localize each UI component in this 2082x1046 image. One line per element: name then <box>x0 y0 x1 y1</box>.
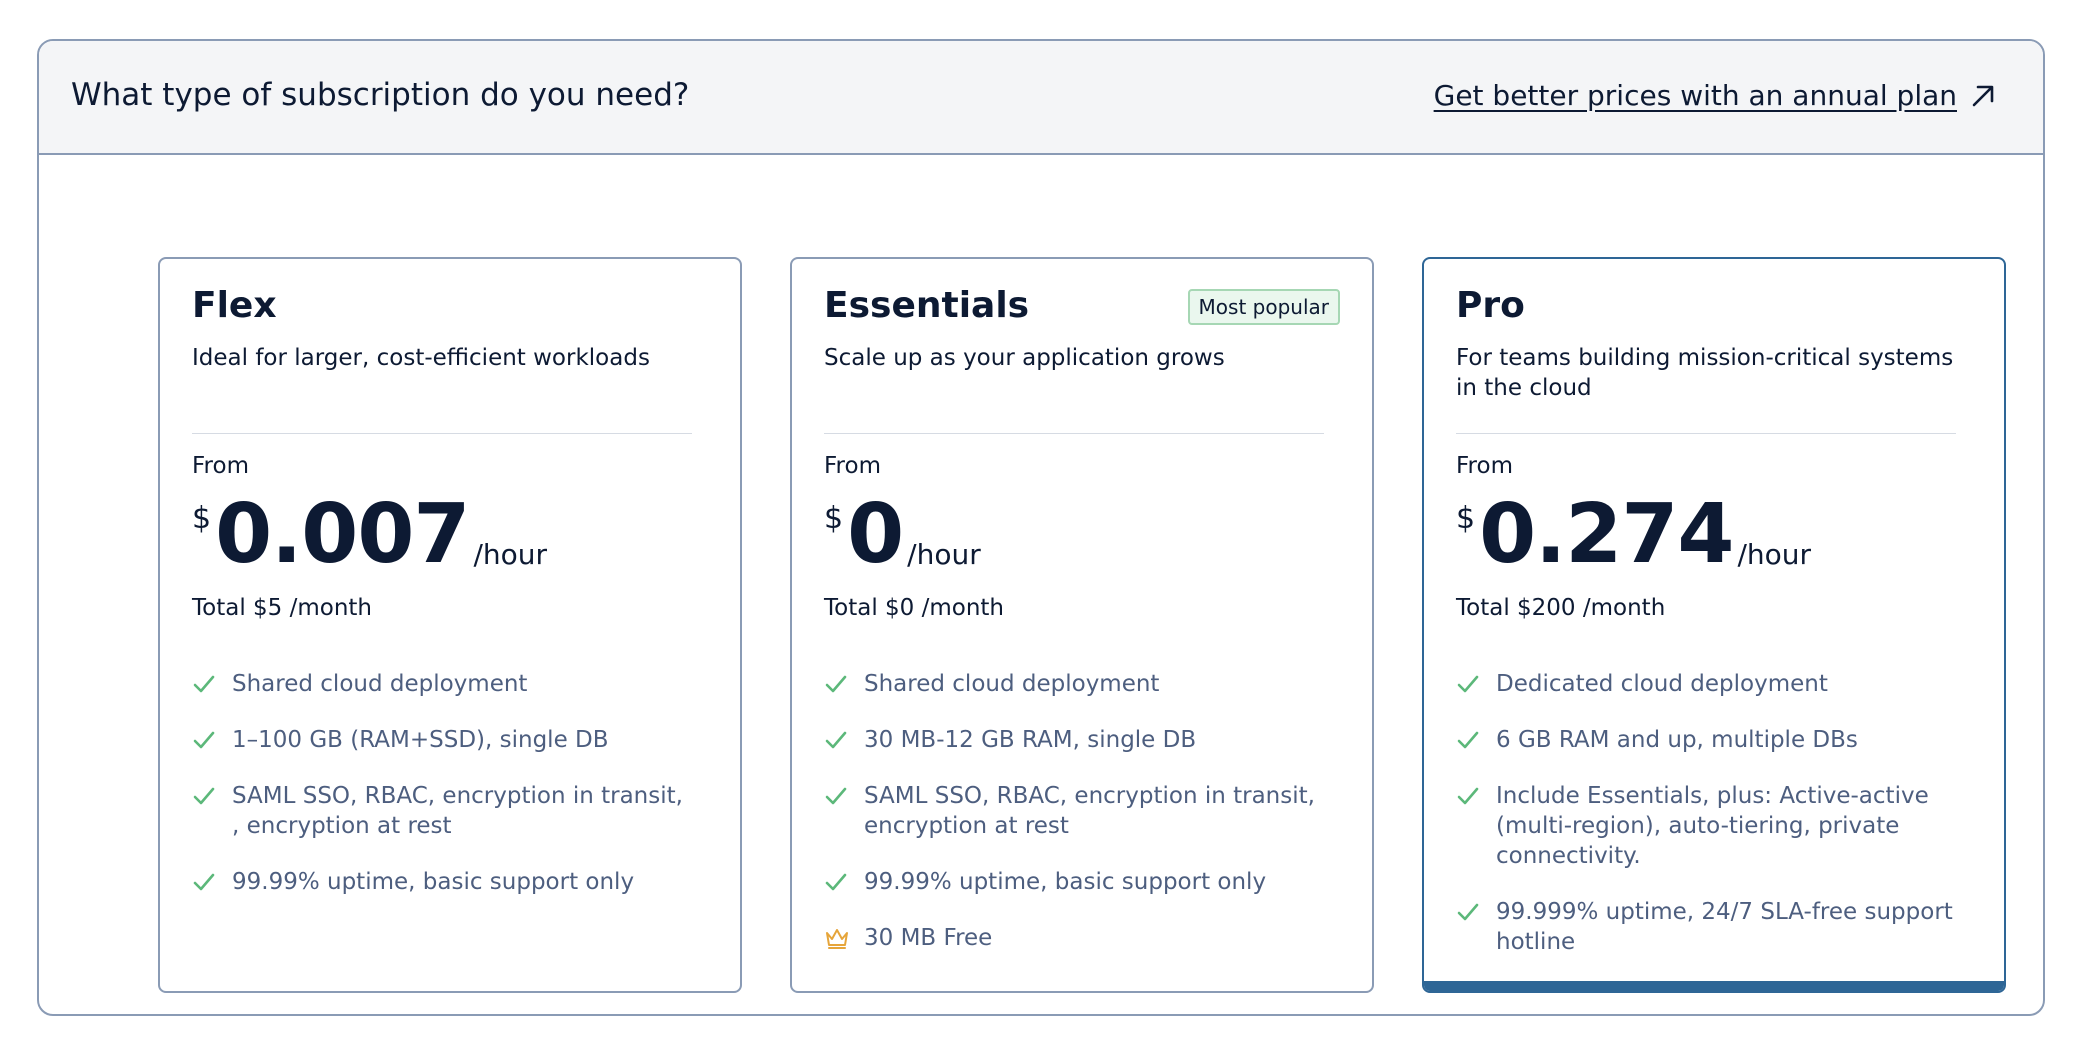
feature-text: SAML SSO, RBAC, encryption in transit, ,… <box>232 783 683 839</box>
divider <box>192 433 692 434</box>
plan-name: Essentials <box>824 285 1030 326</box>
monthly-total: Total $200 /month <box>1456 595 1666 621</box>
plan-card-flex[interactable]: Flex Ideal for larger, cost-efficient wo… <box>158 257 742 993</box>
plan-description: Ideal for larger, cost-efficient workloa… <box>192 345 650 371</box>
feature-text: Shared cloud deployment <box>864 671 1160 697</box>
feature-text: 99.99% uptime, basic support only <box>864 869 1267 895</box>
plan-description: For teams building mission-critical syst… <box>1456 345 1954 401</box>
price-currency: $ <box>824 501 844 536</box>
feature-item: SAML SSO, RBAC, encryption in transit, e… <box>824 781 1324 841</box>
price-currency: $ <box>1456 501 1476 536</box>
feature-text: Shared cloud deployment <box>232 671 528 697</box>
feature-item: 30 MB-12 GB RAM, single DB <box>824 725 1324 755</box>
price-unit: /hour <box>1737 538 1812 571</box>
feature-item: Shared cloud deployment <box>192 669 692 699</box>
divider <box>1456 433 1956 434</box>
from-label: From <box>192 453 249 479</box>
feature-list: Shared cloud deployment 1–100 GB (RAM+SSD… <box>192 669 692 923</box>
check-icon <box>824 669 864 699</box>
arrow-up-right-icon <box>1972 85 1994 106</box>
feature-text: 99.99% uptime, basic support only <box>232 869 635 895</box>
price: $ 0.274 /hour <box>1456 487 1812 582</box>
check-icon <box>1456 781 1496 811</box>
most-popular-badge: Most popular <box>1187 289 1340 325</box>
feature-item: SAML SSO, RBAC, encryption in transit, ,… <box>192 781 692 841</box>
feature-item: Shared cloud deployment <box>824 669 1324 699</box>
feature-item: 99.99% uptime, basic support only <box>824 867 1324 897</box>
check-icon <box>192 725 232 755</box>
annual-plan-link-label: Get better prices with an annual plan <box>1433 79 1957 112</box>
plan-card-pro[interactable]: Pro For teams building mission-critical … <box>1422 257 2006 993</box>
check-icon <box>824 867 864 897</box>
from-label: From <box>824 453 881 479</box>
check-icon <box>192 669 232 699</box>
check-icon <box>1456 725 1496 755</box>
crown-icon <box>824 923 864 953</box>
check-icon <box>824 781 864 811</box>
selected-indicator-bar <box>1424 981 2004 991</box>
feature-text: Include Essentials, plus: Active-active … <box>1496 783 1929 869</box>
feature-list: Shared cloud deployment 30 MB-12 GB RAM, … <box>824 669 1324 979</box>
feature-item: Include Essentials, plus: Active-active … <box>1456 781 1956 871</box>
check-icon <box>824 725 864 755</box>
feature-item: 6 GB RAM and up, multiple DBs <box>1456 725 1956 755</box>
feature-item: 99.99% uptime, basic support only <box>192 867 692 897</box>
price-amount: 0.274 <box>1479 487 1734 582</box>
monthly-total: Total $5 /month <box>192 595 373 621</box>
feature-text: 1–100 GB (RAM+SSD), single DB <box>232 727 609 753</box>
price-unit: /hour <box>907 538 981 571</box>
panel-header: What type of subscription do you need? G… <box>39 41 2043 155</box>
feature-item: Dedicated cloud deployment <box>1456 669 1956 699</box>
monthly-total: Total $0 /month <box>824 595 1005 621</box>
price-unit: /hour <box>473 538 548 571</box>
plan-name: Flex <box>192 285 277 326</box>
feature-list: Dedicated cloud deployment 6 GB RAM and u… <box>1456 669 1956 983</box>
price-currency: $ <box>192 501 212 536</box>
subscription-panel: What type of subscription do you need? G… <box>37 39 2045 1016</box>
plan-card-essentials[interactable]: Essentials Most popular Scale up as your… <box>790 257 1374 993</box>
price-amount: 0.007 <box>215 487 470 582</box>
from-label: From <box>1456 453 1513 479</box>
feature-text: 6 GB RAM and up, multiple DBs <box>1496 727 1858 753</box>
check-icon <box>192 781 232 811</box>
feature-text: 30 MB Free <box>864 925 993 951</box>
price-amount: 0 <box>847 487 904 582</box>
divider <box>824 433 1324 434</box>
check-icon <box>192 867 232 897</box>
check-icon <box>1456 897 1496 927</box>
annual-plan-link[interactable]: Get better prices with an annual plan <box>1434 79 1997 112</box>
feature-text: SAML SSO, RBAC, encryption in transit, e… <box>864 783 1315 839</box>
feature-item: 1–100 GB (RAM+SSD), single DB <box>192 725 692 755</box>
feature-text: 99.999% uptime, 24/7 SLA-free support ho… <box>1496 899 1953 955</box>
feature-text: 30 MB-12 GB RAM, single DB <box>864 727 1197 753</box>
feature-text: Dedicated cloud deployment <box>1496 671 1828 697</box>
price: $ 0.007 /hour <box>192 487 548 582</box>
plan-name: Pro <box>1456 285 1525 326</box>
plan-description: Scale up as your application grows <box>824 345 1225 371</box>
feature-item: 99.999% uptime, 24/7 SLA-free support ho… <box>1456 897 1956 957</box>
panel-title: What type of subscription do you need? <box>71 77 690 113</box>
price: $ 0 /hour <box>824 487 981 582</box>
check-icon <box>1456 669 1496 699</box>
feature-item: 30 MB Free <box>824 923 1324 953</box>
